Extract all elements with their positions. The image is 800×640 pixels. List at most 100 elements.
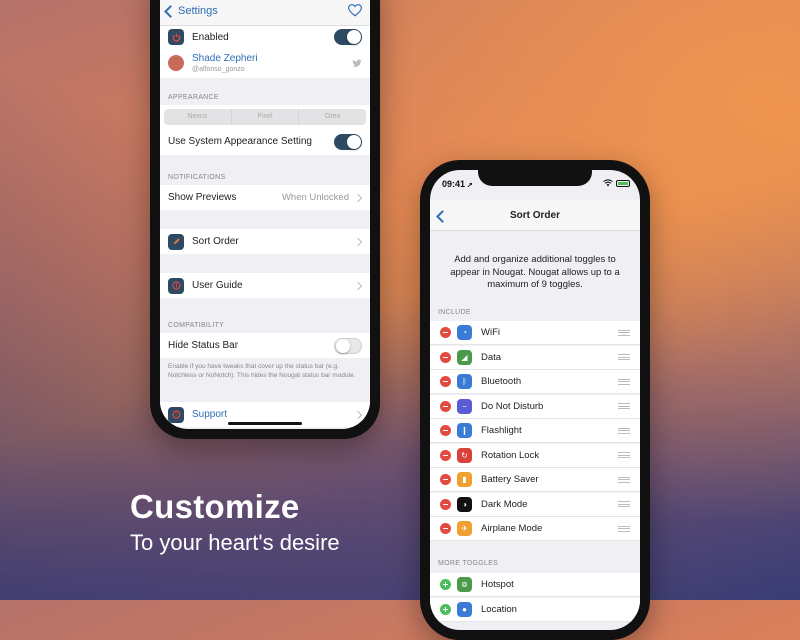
heart-icon[interactable] bbox=[348, 4, 362, 17]
hide-status-bar-row: Hide Status Bar bbox=[160, 333, 370, 358]
moon-icon: − bbox=[457, 398, 472, 414]
remove-button[interactable] bbox=[440, 498, 451, 510]
add-button[interactable] bbox=[440, 579, 451, 590]
hotspot-icon: ⊚ bbox=[457, 577, 472, 592]
toggle-label: Airplane Mode bbox=[481, 523, 543, 534]
battery-status-icon bbox=[616, 179, 630, 187]
system-appearance-row: Use System Appearance Setting bbox=[160, 128, 370, 155]
flashlight-icon: ❙ bbox=[457, 423, 472, 438]
remove-button[interactable] bbox=[440, 523, 451, 534]
home-indicator bbox=[228, 422, 302, 425]
toggle-row: ❙ Flashlight bbox=[430, 419, 640, 443]
remove-button[interactable] bbox=[440, 327, 451, 338]
caption-subtitle: To your heart's desire bbox=[130, 530, 340, 555]
settings-screen: Settings Enabled Shade Zepheri @alfonso_… bbox=[160, 0, 370, 429]
more-toggles-header: MORE TOGGLES bbox=[438, 560, 499, 567]
background bbox=[0, 0, 800, 600]
remove-button[interactable] bbox=[440, 351, 451, 363]
back-label: Settings bbox=[178, 5, 218, 17]
sort-order-label: Sort Order bbox=[192, 236, 239, 247]
compatibility-header: COMPATIBILITY bbox=[168, 322, 225, 329]
remove-button[interactable] bbox=[440, 425, 451, 436]
phone-settings: Settings Enabled Shade Zepheri @alfonso_… bbox=[150, 0, 380, 439]
rotation-lock-icon: ↻ bbox=[457, 447, 472, 463]
toggle-label: WiFi bbox=[481, 327, 500, 338]
drag-handle-icon[interactable] bbox=[618, 501, 630, 507]
sort-order-row[interactable]: Sort Order bbox=[160, 229, 370, 254]
segment-pixel[interactable]: Pixel bbox=[232, 109, 300, 125]
toggle-row: ✈ Airplane Mode bbox=[430, 517, 640, 541]
toggle-row: ᛒ Bluetooth bbox=[430, 370, 640, 394]
sort-order-screen: 09:41 ➚ Sort Order Add and organize addi… bbox=[430, 170, 640, 630]
drag-handle-icon[interactable] bbox=[618, 329, 630, 336]
drag-handle-icon[interactable] bbox=[618, 452, 630, 458]
location-icon: ● bbox=[457, 601, 472, 617]
drag-handle-icon[interactable] bbox=[618, 403, 630, 409]
toggle-label: Hotspot bbox=[481, 579, 514, 590]
svg-text:?: ? bbox=[175, 412, 178, 418]
back-button[interactable]: Settings bbox=[164, 4, 218, 18]
segment-nexus[interactable]: Nexus bbox=[164, 109, 232, 125]
drag-handle-icon[interactable] bbox=[618, 427, 630, 434]
toggle-row: ◑ Dark Mode bbox=[430, 492, 640, 517]
status-time: 09:41 ➚ bbox=[442, 179, 473, 189]
bluetooth-icon: ᛒ bbox=[457, 374, 472, 389]
chevron-right-icon bbox=[353, 193, 363, 202]
appearance-header: APPEARANCE bbox=[168, 94, 219, 101]
status-icons bbox=[603, 179, 630, 187]
show-previews-value: When Unlocked bbox=[281, 192, 349, 203]
drag-handle-icon[interactable] bbox=[618, 525, 630, 532]
sort-order-navbar: Sort Order bbox=[430, 200, 640, 231]
wifi-status-icon bbox=[603, 179, 613, 187]
notifications-header: NOTIFICATIONS bbox=[168, 174, 226, 181]
remove-button[interactable] bbox=[440, 376, 451, 387]
theme-segmented-control[interactable]: Nexus Pixel Oreo bbox=[164, 109, 366, 125]
caption-title: Customize bbox=[130, 488, 300, 525]
avatar bbox=[168, 55, 184, 71]
enabled-toggle[interactable] bbox=[334, 29, 362, 45]
notch bbox=[478, 170, 592, 186]
system-appearance-toggle[interactable] bbox=[334, 133, 362, 150]
remove-button[interactable] bbox=[440, 474, 451, 485]
user-guide-row[interactable]: User Guide bbox=[160, 273, 370, 298]
toggle-row: − Do Not Disturb bbox=[430, 394, 640, 419]
pencil-icon bbox=[168, 233, 184, 250]
support-label: Support bbox=[192, 409, 228, 420]
author-name: Shade Zepheri bbox=[192, 53, 258, 64]
remove-button[interactable] bbox=[440, 449, 451, 461]
enabled-row: Enabled bbox=[160, 26, 370, 48]
drag-handle-icon[interactable] bbox=[618, 378, 630, 385]
toggle-label: Flashlight bbox=[481, 425, 522, 436]
toggle-label: Location bbox=[481, 603, 517, 615]
battery-icon: ▮ bbox=[457, 472, 472, 487]
author-row[interactable]: Shade Zepheri @alfonso_gonzo bbox=[160, 48, 370, 78]
twitter-icon bbox=[352, 58, 362, 67]
toggle-row: ◢ Data bbox=[430, 345, 640, 370]
drag-handle-icon[interactable] bbox=[618, 354, 630, 360]
power-icon bbox=[168, 29, 184, 45]
dark-mode-icon: ◑ bbox=[457, 496, 472, 512]
wifi-icon: ◔ bbox=[457, 325, 472, 340]
include-header: INCLUDE bbox=[438, 309, 471, 316]
toggle-label: Do Not Disturb bbox=[481, 400, 544, 412]
show-previews-row[interactable]: Show Previews When Unlocked bbox=[160, 185, 370, 210]
user-guide-label: User Guide bbox=[192, 280, 243, 291]
toggle-row: ◔ WiFi bbox=[430, 321, 640, 345]
caption: Customize To your heart's desire bbox=[130, 488, 340, 556]
question-icon: ? bbox=[168, 406, 184, 423]
segment-oreo[interactable]: Oreo bbox=[299, 109, 366, 125]
drag-handle-icon[interactable] bbox=[618, 476, 630, 483]
remove-button[interactable] bbox=[440, 400, 451, 412]
show-previews-label: Show Previews bbox=[168, 192, 237, 203]
chevron-right-icon bbox=[353, 237, 363, 246]
cellular-icon: ◢ bbox=[457, 349, 472, 365]
description-text: Add and organize additional toggles to a… bbox=[450, 254, 620, 290]
add-button[interactable] bbox=[440, 603, 451, 615]
chevron-right-icon bbox=[353, 410, 363, 419]
toggle-row: ▮ Battery Saver bbox=[430, 468, 640, 492]
toggle-label: Bluetooth bbox=[481, 376, 522, 387]
toggle-label: Dark Mode bbox=[481, 498, 528, 510]
enabled-label: Enabled bbox=[192, 31, 229, 43]
compatibility-footnote: Enable if you have tweaks that cover up … bbox=[168, 363, 356, 379]
hide-status-bar-toggle[interactable] bbox=[334, 337, 362, 354]
